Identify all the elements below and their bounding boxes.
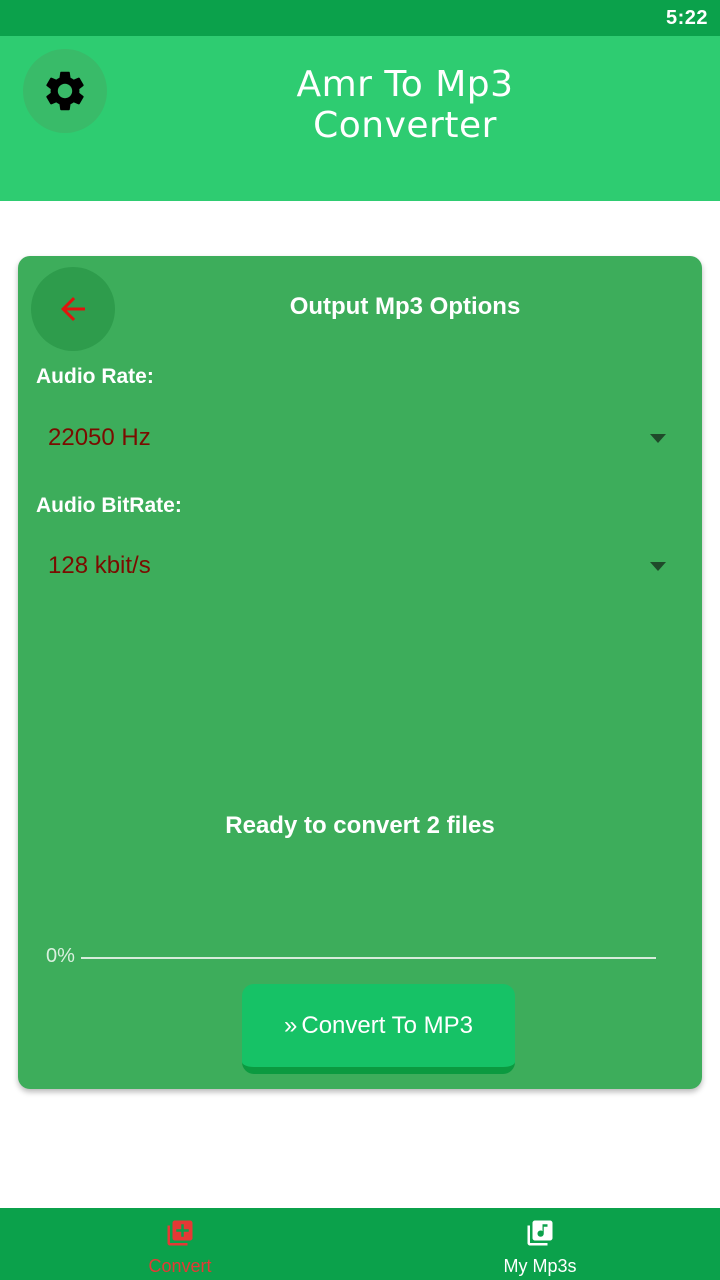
bottom-navigation: Convert My Mp3s xyxy=(0,1208,720,1280)
card-title: Output Mp3 Options xyxy=(289,293,521,320)
progress-percent: 0% xyxy=(46,945,75,967)
nav-label-convert: Convert xyxy=(148,1256,212,1276)
add-to-library-icon xyxy=(167,1220,193,1246)
audio-rate-dropdown[interactable]: 22050 Hz xyxy=(36,410,666,466)
progress-bar xyxy=(81,957,656,959)
output-options-card: Output Mp3 Options Audio Rate: 22050 Hz … xyxy=(18,256,702,1089)
gear-icon xyxy=(46,71,84,111)
status-time: 5:22 xyxy=(665,7,708,29)
dropdown-arrow-icon xyxy=(650,562,666,571)
back-button[interactable] xyxy=(31,267,115,351)
convert-button-label: Convert To MP3 xyxy=(301,1011,473,1039)
status-message: Ready to convert 2 files xyxy=(225,812,495,839)
audio-bitrate-label: Audio BitRate: xyxy=(36,494,182,517)
audio-rate-value: 22050 Hz xyxy=(48,424,151,451)
arrow-left-icon xyxy=(61,297,85,321)
status-bar: 5:22 xyxy=(0,0,720,36)
app-header: Amr To Mp3 Converter xyxy=(0,36,720,201)
audio-bitrate-dropdown[interactable]: 128 kbit/s xyxy=(36,538,666,594)
app-title: Amr To Mp3 Converter xyxy=(296,64,514,146)
double-chevron-right-icon: » xyxy=(284,1011,298,1039)
nav-item-convert[interactable]: Convert xyxy=(0,1208,360,1280)
dropdown-arrow-icon xyxy=(650,434,666,443)
nav-label-my-mp3s: My Mp3s xyxy=(503,1256,577,1276)
settings-button[interactable] xyxy=(23,49,107,133)
convert-to-mp3-button[interactable]: » Convert To MP3 xyxy=(242,984,515,1074)
audio-bitrate-value: 128 kbit/s xyxy=(48,552,151,579)
audio-rate-label: Audio Rate: xyxy=(36,365,154,388)
music-library-icon xyxy=(527,1220,553,1246)
nav-item-my-mp3s[interactable]: My Mp3s xyxy=(360,1208,720,1280)
